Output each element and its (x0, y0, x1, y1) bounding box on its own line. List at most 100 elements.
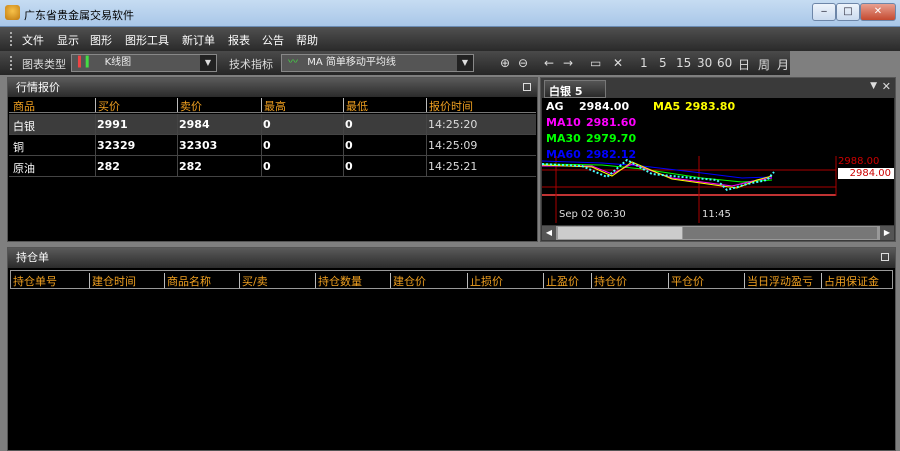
title-bar: 广东省贵金属交易软件 ‒ □ ✕ (0, 0, 900, 27)
quote-cell: 2991 (97, 118, 128, 131)
quote-cell: 0 (263, 118, 271, 131)
line-chart-icon: 〰 (288, 57, 298, 68)
quote-cell: 0 (345, 160, 353, 173)
chart-area[interactable]: AG 2984.00 MA5 2983.80 MA10 2981.60 MA30… (542, 98, 894, 225)
column-header[interactable]: 最低 (343, 98, 368, 113)
column-header[interactable]: 买/卖 (239, 273, 268, 288)
divider (177, 114, 178, 134)
scroll-right-icon[interactable]: ▶ (880, 226, 894, 240)
quote-cell: 0 (263, 139, 271, 152)
ma5-line (542, 161, 773, 189)
period-month[interactable]: 月 (777, 56, 789, 73)
chart-scrollbar[interactable]: ◀ ▶ (542, 226, 894, 240)
grip-icon (10, 32, 12, 46)
close-icon[interactable]: ✕ (882, 80, 891, 93)
period-60[interactable]: 60 (717, 56, 732, 70)
chart-tab[interactable]: 白银 5 Min (544, 80, 606, 112)
period-5[interactable]: 5 (659, 56, 667, 70)
quote-cell: 32329 (97, 139, 136, 152)
quote-cell: 0 (345, 139, 353, 152)
window-icon[interactable]: ▭ (590, 56, 601, 70)
divider (343, 156, 344, 176)
scroll-track[interactable] (558, 227, 682, 239)
menu-view[interactable]: 显示 (57, 32, 79, 48)
zoom-in-icon[interactable]: ⊕ (500, 56, 510, 70)
column-header[interactable]: 商品 (13, 98, 35, 114)
quote-row[interactable]: 铜 32329 32303 0 0 14:25:09 (9, 135, 536, 156)
divider (343, 114, 344, 134)
divider (343, 135, 344, 155)
quote-cell: 32303 (179, 139, 218, 152)
app-logo-icon (5, 5, 20, 20)
scroll-left-icon[interactable]: ◀ (542, 226, 556, 240)
column-header[interactable]: 建仓时间 (89, 273, 136, 288)
menu-new-order[interactable]: 新订单 (182, 32, 215, 48)
quote-cell: 14:25:21 (428, 160, 478, 173)
quote-cell: 14:25:09 (428, 139, 478, 152)
zoom-out-icon[interactable]: ⊖ (518, 56, 528, 70)
divider (426, 114, 427, 134)
maximize-icon[interactable] (881, 253, 889, 261)
column-header[interactable]: 平仓价 (668, 273, 704, 288)
period-30[interactable]: 30 (697, 56, 712, 70)
column-header[interactable]: 占用保证金 (821, 273, 879, 288)
chart-type-value: K线图 (104, 57, 132, 68)
divider (177, 135, 178, 155)
period-15[interactable]: 15 (676, 56, 691, 70)
period-week[interactable]: 周 (758, 56, 770, 73)
dropdown-icon[interactable]: ▼ (870, 81, 877, 91)
grip-icon (10, 56, 12, 70)
quote-cell: 282 (97, 160, 120, 173)
column-header[interactable]: 报价时间 (426, 98, 473, 113)
quote-cell: 原油 (13, 162, 35, 175)
column-header[interactable]: 持仓单号 (13, 273, 57, 289)
indicator-value: MA 简单移动平均线 (307, 57, 396, 68)
column-header[interactable]: 止盈价 (543, 273, 579, 288)
quote-cell: 14:25:20 (428, 118, 478, 131)
column-header[interactable]: 建仓价 (390, 273, 426, 288)
quote-cell: 282 (179, 160, 202, 173)
crosshair-icon[interactable]: ✕ (613, 56, 623, 70)
column-header[interactable]: 买价 (95, 98, 120, 113)
maximize-icon[interactable] (523, 83, 531, 91)
column-header[interactable]: 止损价 (467, 273, 503, 288)
quotes-panel: 行情报价 商品 买价 卖价 最高 最低 报价时间 白银 2991 2984 0 0 14:… (7, 77, 538, 242)
chart-type-select[interactable]: ▍▍ K线图 ▼ (71, 54, 217, 72)
menu-reports[interactable]: 报表 (228, 32, 250, 48)
menu-chart-tools[interactable]: 图形工具 (125, 32, 169, 48)
indicator-select[interactable]: 〰 MA 简单移动平均线 ▼ (281, 54, 474, 72)
column-header[interactable]: 卖价 (177, 98, 202, 113)
quote-row[interactable]: 原油 282 282 0 0 14:25:21 (9, 156, 536, 177)
menu-file[interactable]: 文件 (22, 32, 44, 48)
column-header[interactable]: 商品名称 (164, 273, 211, 288)
divider (426, 135, 427, 155)
quotes-table-header: 商品 买价 卖价 最高 最低 报价时间 (9, 98, 536, 113)
indicator-label: 技术指标 (229, 58, 273, 71)
chevron-down-icon: ▼ (200, 55, 216, 71)
period-1[interactable]: 1 (640, 56, 648, 70)
chart-panel: 白银 5 Min ▼ ✕ AG 2984.00 MA5 2983.80 MA10… (540, 77, 896, 242)
scroll-thumb[interactable] (683, 227, 877, 239)
divider (426, 156, 427, 176)
quote-cell: 铜 (13, 141, 24, 154)
quote-cell: 白银 (13, 120, 35, 133)
column-header[interactable]: 持仓数量 (315, 273, 362, 288)
arrow-left-icon[interactable]: ← (544, 56, 554, 70)
column-header[interactable]: 持仓价 (591, 273, 627, 288)
menu-chart[interactable]: 图形 (90, 32, 112, 48)
column-header[interactable]: 当日浮动盈亏 (744, 273, 813, 288)
quote-row[interactable]: 白银 2991 2984 0 0 14:25:20 (9, 114, 536, 135)
divider (261, 114, 262, 134)
arrow-right-icon[interactable]: → (563, 56, 573, 70)
divider (95, 135, 96, 155)
menu-help[interactable]: 帮助 (296, 32, 318, 48)
positions-panel-title: 持仓单 (16, 251, 49, 264)
period-day[interactable]: 日 (738, 56, 750, 73)
maximize-button[interactable]: □ (836, 3, 860, 21)
menu-notice[interactable]: 公告 (262, 32, 284, 48)
window-title: 广东省贵金属交易软件 (24, 9, 134, 22)
minimize-button[interactable]: ‒ (812, 3, 836, 21)
chart-type-label: 图表类型 (22, 58, 66, 71)
close-button[interactable]: ✕ (860, 3, 896, 21)
column-header[interactable]: 最高 (261, 98, 286, 113)
